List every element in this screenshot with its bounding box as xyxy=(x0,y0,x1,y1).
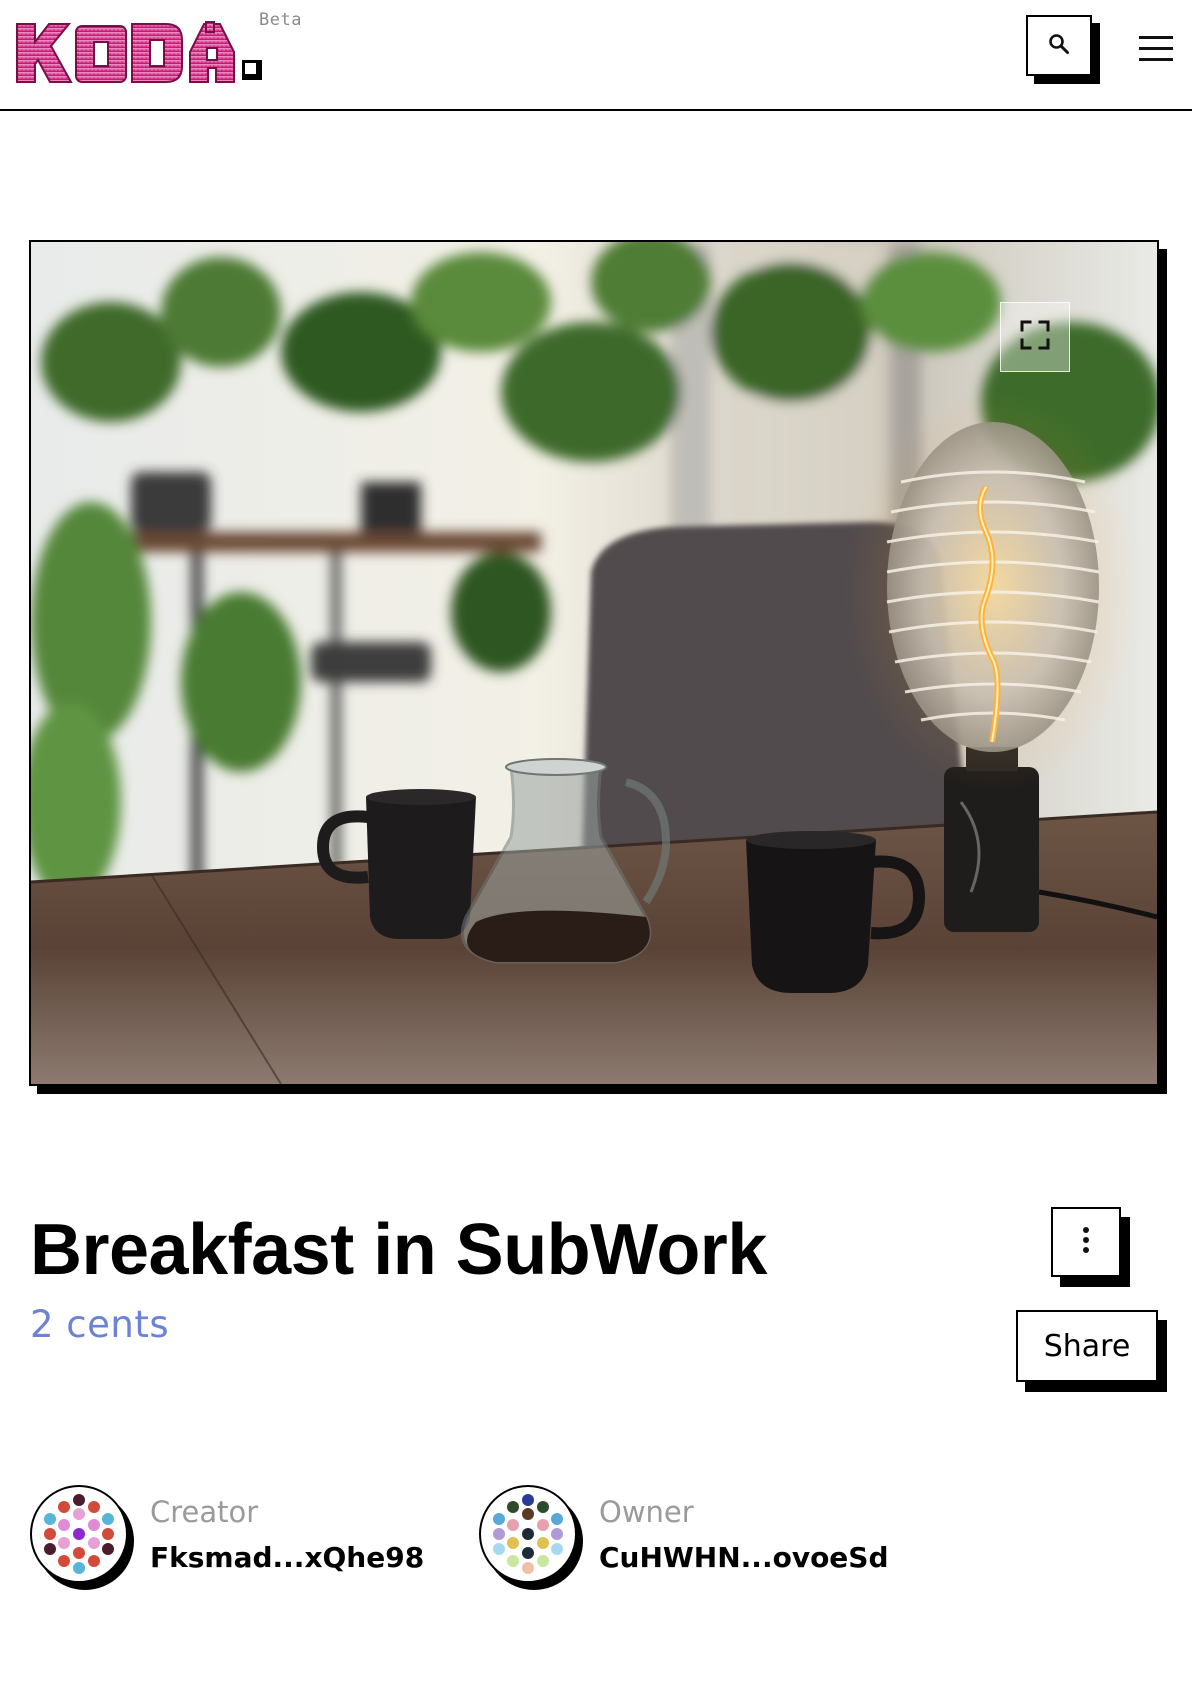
nft-title: Breakfast in SubWork xyxy=(30,1210,767,1290)
koda-logo[interactable] xyxy=(14,16,264,88)
nft-price: 2 cents xyxy=(30,1303,170,1346)
creator-avatar-wrap xyxy=(30,1485,136,1591)
search-button-wrap xyxy=(1026,15,1100,84)
creator-card[interactable]: Creator Fksmad...xQhe98 xyxy=(30,1485,450,1595)
share-button-wrap: Share xyxy=(1016,1310,1167,1392)
share-button[interactable]: Share xyxy=(1016,1310,1158,1382)
more-options-wrap xyxy=(1051,1207,1131,1287)
owner-card[interactable]: Owner CuHWHN...ovoeSd xyxy=(479,1485,919,1595)
search-icon xyxy=(1048,33,1070,59)
fullscreen-icon xyxy=(1020,320,1050,354)
creator-label: Creator xyxy=(150,1495,259,1529)
nft-image[interactable] xyxy=(29,240,1159,1086)
vertical-dots-icon xyxy=(1082,1226,1090,1258)
hamburger-menu-button[interactable] xyxy=(1139,34,1175,62)
hamburger-icon xyxy=(1139,36,1173,39)
beta-label: Beta xyxy=(259,10,302,30)
more-options-button[interactable] xyxy=(1051,1207,1121,1277)
top-header: Beta xyxy=(0,0,1192,111)
search-button[interactable] xyxy=(1026,15,1092,76)
owner-label: Owner xyxy=(599,1495,694,1529)
fullscreen-button[interactable] xyxy=(1000,302,1070,372)
owner-address[interactable]: CuHWHN...ovoeSd xyxy=(599,1541,889,1574)
owner-avatar-wrap xyxy=(479,1485,585,1591)
owner-avatar[interactable] xyxy=(479,1485,577,1583)
creator-address[interactable]: Fksmad...xQhe98 xyxy=(150,1541,424,1574)
creator-avatar[interactable] xyxy=(30,1485,128,1583)
